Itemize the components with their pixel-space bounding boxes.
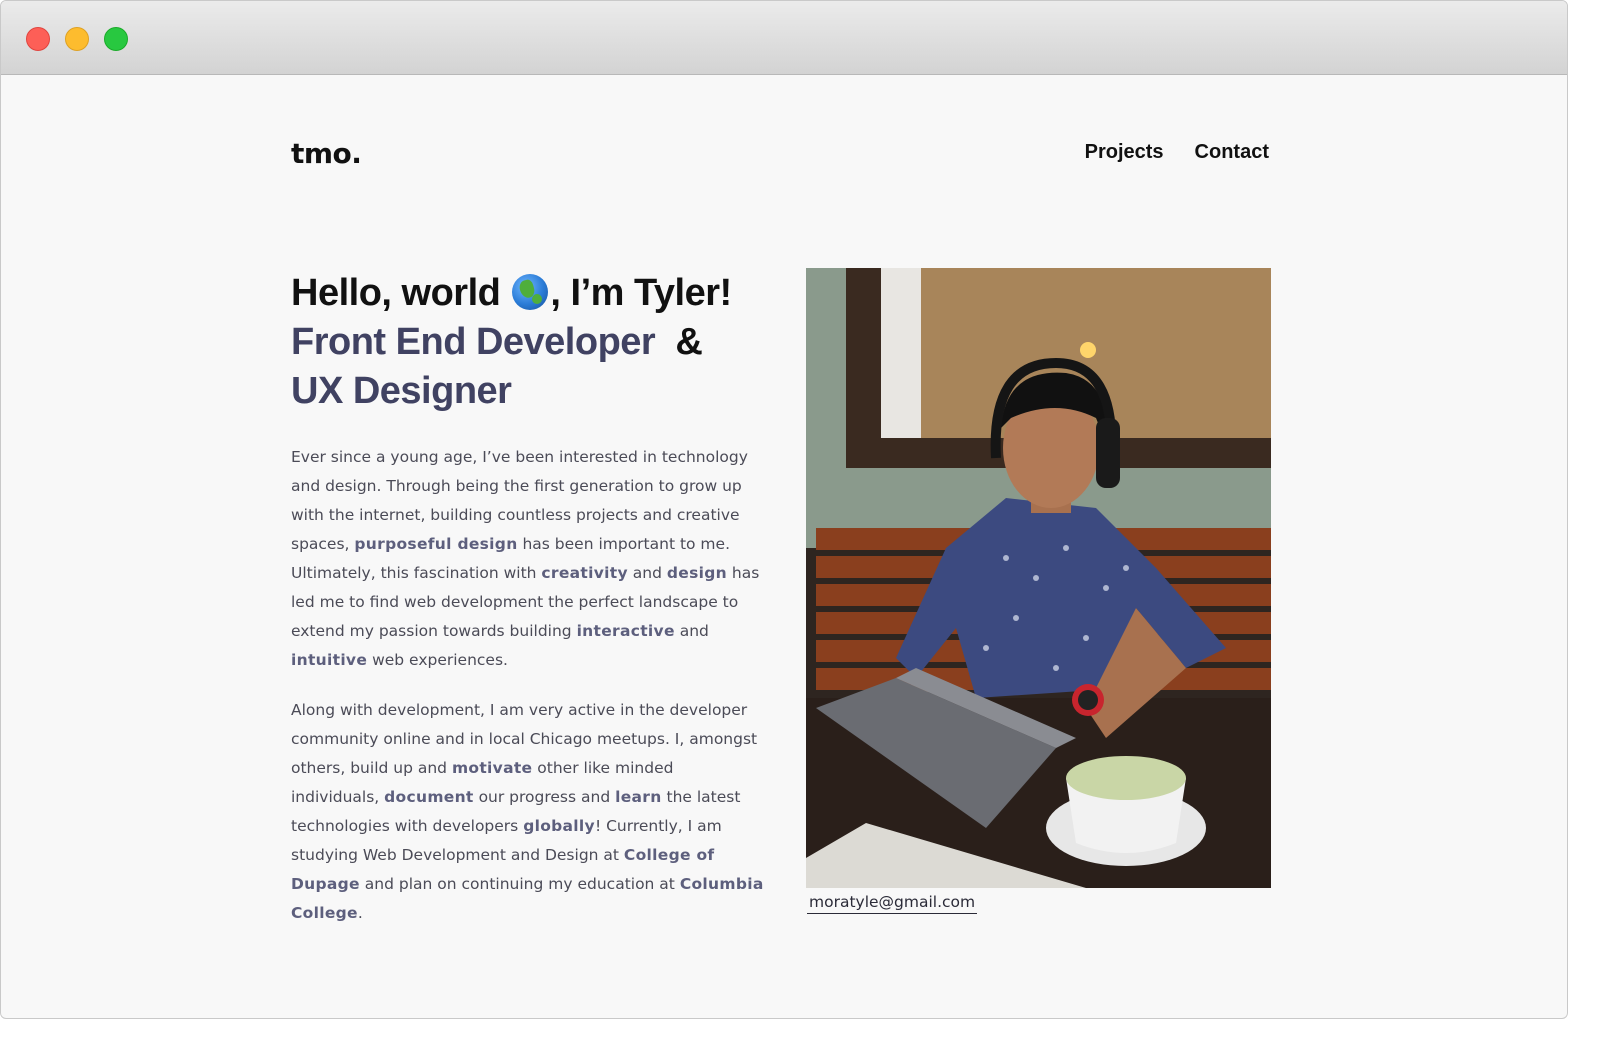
hero-role-ux: UX Designer [291,370,512,412]
main-nav: Projects Contact [1085,141,1269,164]
hero-greeting: Hello, world , I’m Tyler! [291,272,732,314]
site-logo[interactable]: tmo. [291,137,362,170]
hero-role-frontend: Front End Developer [291,321,656,363]
window-titlebar [1,1,1567,75]
globe-icon [512,274,549,310]
highlight-intuitive: intuitive [291,651,368,669]
highlight-document: document [384,788,474,806]
highlight-interactive: interactive [576,622,675,640]
highlight-purposeful-design: purposeful design [354,535,518,553]
profile-photo [806,268,1271,888]
minimize-window-button[interactable] [65,27,89,51]
highlight-globally: globally [523,817,595,835]
highlight-motivate: motivate [451,759,533,777]
email-link[interactable]: moratyle@gmail.com [807,893,978,914]
nav-link-contact[interactable]: Contact [1195,141,1269,164]
highlight-creativity: creativity [541,564,628,582]
hero-heading: Hello, world , I’m Tyler! Front End Deve… [291,269,771,416]
hero-ampersand: & [675,321,703,363]
profile-photo-illustration [806,268,1271,888]
nav-link-projects[interactable]: Projects [1085,141,1164,164]
browser-window: tmo. Projects Contact Hello, world , I’m… [0,0,1568,1019]
close-window-button[interactable] [26,27,50,51]
highlight-learn: learn [615,788,662,806]
maximize-window-button[interactable] [104,27,128,51]
about-paragraph-1: Ever since a young age, I’ve been intere… [291,448,760,669]
highlight-design: design [666,564,727,582]
about-paragraph-2: Along with development, I am very active… [291,701,764,922]
